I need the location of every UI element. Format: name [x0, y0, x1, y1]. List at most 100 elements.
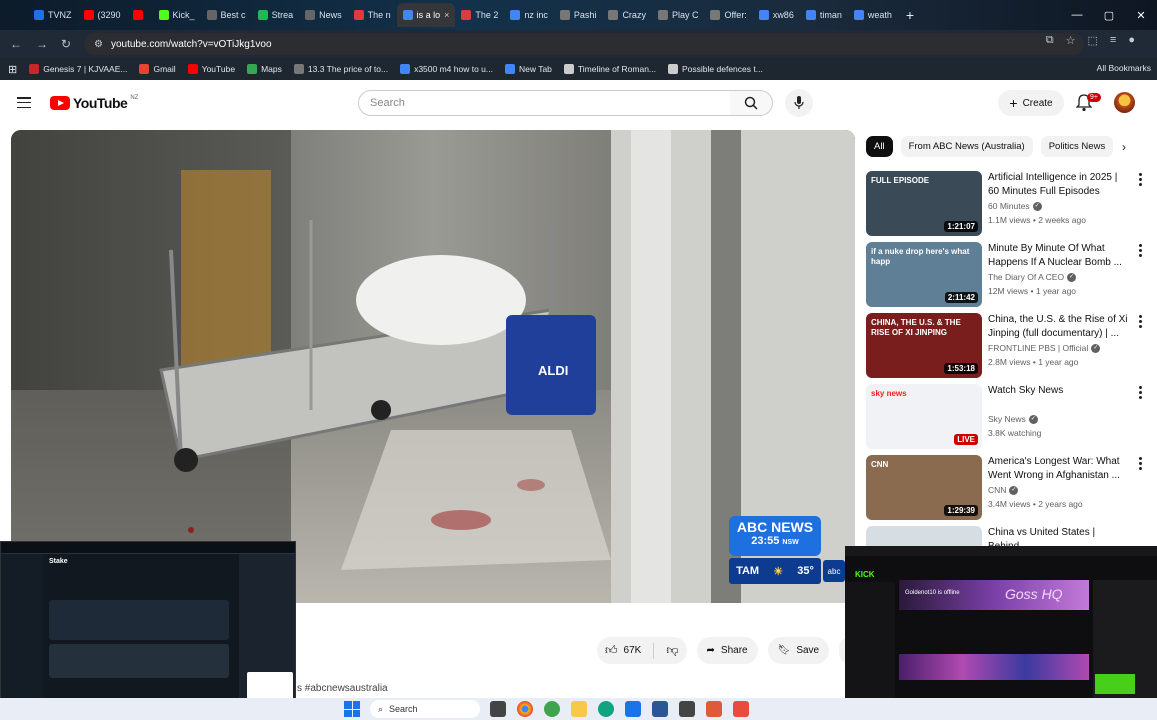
video-thumbnail[interactable]: CHINA, THE U.S. & THE RISE OF XI JINPING… [866, 313, 982, 378]
like-icon[interactable]: 👍︎ [605, 643, 618, 658]
task-view-icon[interactable] [490, 701, 506, 717]
app-icon-4[interactable] [706, 701, 722, 717]
share-button[interactable]: ➦ Share [696, 637, 758, 664]
browser-tab[interactable] [127, 3, 153, 27]
browser-tab[interactable]: is a lo × [396, 3, 456, 27]
filter-chip[interactable]: Politics News [1040, 136, 1114, 157]
bookmark-star-icon[interactable]: ☆ [1066, 34, 1076, 47]
url-bar[interactable]: ⚙ youtube.com/watch?v=vOTiJkg1voo [84, 33, 1084, 55]
channel-name[interactable]: The Diary Of A CEO ✓ [988, 272, 1077, 282]
channel-name[interactable]: CNN ✓ [988, 485, 1019, 495]
search-input[interactable]: Search [358, 90, 731, 116]
start-icon[interactable] [344, 701, 360, 717]
bookmark-item[interactable]: Gmail [139, 64, 176, 74]
browser-tab[interactable]: Pashi [554, 3, 603, 27]
chrome-icon[interactable] [517, 701, 533, 717]
hamburger-menu-icon[interactable] [17, 97, 31, 108]
channel-name[interactable]: Sky News ✓ [988, 414, 1038, 424]
overlay-window-casino[interactable]: Stake [0, 541, 296, 713]
minimize-icon[interactable]: — [1061, 9, 1093, 21]
video-title[interactable]: America's Longest War: What Went Wrong i… [988, 455, 1128, 482]
maximize-icon[interactable]: ▢ [1093, 9, 1125, 22]
video-title[interactable]: Artificial Intelligence in 2025 | 60 Min… [988, 171, 1128, 198]
browser-tab[interactable]: Strea [252, 3, 300, 27]
install-icon[interactable]: ⧉ [1046, 34, 1054, 47]
video-title[interactable]: Watch Sky News [988, 384, 1128, 398]
recommended-video[interactable]: sky news LIVE Watch Sky News Sky News ✓ 3.8K … [866, 384, 1151, 450]
search-button[interactable] [730, 90, 773, 116]
video-thumbnail[interactable]: CNN 1:29:39 [866, 455, 982, 520]
browser-tab[interactable]: Crazy [602, 3, 652, 27]
bookmark-item[interactable]: YouTube [187, 64, 235, 74]
browser-tab[interactable]: Best c [201, 3, 252, 27]
filter-chip[interactable]: All [866, 136, 893, 157]
save-button[interactable]: 🔖︎ Save [767, 637, 830, 664]
app-icon-2[interactable] [652, 701, 668, 717]
new-tab-button[interactable]: + [898, 7, 922, 23]
forward-icon[interactable]: → [30, 37, 54, 51]
browser-tab[interactable]: timan [800, 3, 848, 27]
youtube-logo[interactable]: YouTube NZ [50, 95, 138, 111]
bookmark-item[interactable]: x3500 m4 how to u... [400, 64, 493, 74]
app-icon-5[interactable] [733, 701, 749, 717]
browser-tab[interactable]: News [299, 3, 348, 27]
video-player[interactable]: ALDI ABC NEWS 23:55 NSW TAM ☀ 35° abc [11, 130, 855, 603]
browser-tab[interactable]: Kick_ [153, 3, 201, 27]
browser-tab[interactable]: weath [848, 3, 898, 27]
profile-icon[interactable]: ● [1128, 34, 1135, 47]
browser-tab[interactable]: xw86 [753, 3, 800, 27]
bookmark-item[interactable]: Maps [247, 64, 282, 74]
bookmark-item[interactable]: 13.3 The price of to... [293, 64, 388, 74]
taskbar-search[interactable]: ⌕ Search [370, 700, 480, 718]
tab-close-icon[interactable]: × [444, 10, 449, 20]
video-thumbnail[interactable]: sky news LIVE [866, 384, 982, 449]
recommended-video[interactable]: CHINA, THE U.S. & THE RISE OF XI JINPING… [866, 313, 1151, 379]
overlay-window-kick[interactable]: KICK Goss HQ Goldenot10 is offline [845, 546, 1157, 714]
more-vertical-icon[interactable] [1139, 173, 1143, 186]
channel-name[interactable]: FRONTLINE PBS | Official ✓ [988, 343, 1101, 353]
file-explorer-icon[interactable] [571, 701, 587, 717]
close-window-icon[interactable]: ✕ [1125, 9, 1157, 22]
recommended-video[interactable]: CNN 1:29:39 America's Longest War: What We… [866, 455, 1151, 521]
app-icon-1[interactable] [625, 701, 641, 717]
browser-tab[interactable]: nz inc [504, 3, 554, 27]
browser-tab[interactable]: Offer: [704, 3, 752, 27]
more-vertical-icon[interactable] [1139, 244, 1143, 257]
browser-tab[interactable]: Play C [652, 3, 705, 27]
extensions-icon[interactable]: ⬚ [1088, 34, 1098, 47]
video-thumbnail[interactable]: FULL EPISODE 1:21:07 [866, 171, 982, 236]
apps-grid-icon[interactable]: ⊞ [8, 63, 17, 76]
recommended-video[interactable]: if a nuke drop here's what happ 2:11:42 Mi… [866, 242, 1151, 308]
more-vertical-icon[interactable] [1139, 315, 1143, 328]
browser-tab[interactable]: (3290 [78, 3, 127, 27]
channel-name[interactable]: 60 Minutes ✓ [988, 201, 1042, 211]
browser-tab[interactable]: The 2 [455, 3, 504, 27]
voice-search-button[interactable] [785, 89, 813, 117]
account-avatar[interactable] [1114, 92, 1135, 113]
dislike-icon[interactable]: 👎︎ [666, 643, 678, 658]
app-icon-3[interactable] [679, 701, 695, 717]
filter-chip[interactable]: From ABC News (Australia) [900, 136, 1033, 157]
more-vertical-icon[interactable] [1139, 386, 1143, 399]
all-bookmarks-button[interactable]: All Bookmarks [1097, 63, 1151, 73]
more-vertical-icon[interactable] [1139, 457, 1143, 470]
video-title[interactable]: China, the U.S. & the Rise of Xi Jinping… [988, 313, 1128, 340]
bookmark-item[interactable]: New Tab [504, 64, 552, 74]
back-icon[interactable]: ← [4, 37, 28, 51]
create-button[interactable]: + Create [998, 90, 1064, 116]
video-title[interactable]: Minute By Minute Of What Happens If A Nu… [988, 242, 1128, 269]
bookmark-item[interactable]: Genesis 7 | KJVAAE... [29, 64, 127, 74]
video-thumbnail[interactable]: if a nuke drop here's what happ 2:11:42 [866, 242, 982, 307]
chrome-alt-icon[interactable] [544, 701, 560, 717]
like-count[interactable]: 67K [624, 645, 642, 656]
edge-icon[interactable] [598, 701, 614, 717]
reload-icon[interactable]: ↻ [54, 37, 78, 51]
site-info-icon[interactable]: ⚙ [94, 39, 103, 50]
bookmark-item[interactable]: Timeline of Roman... [563, 64, 656, 74]
browser-tab[interactable]: TVNZ [28, 3, 78, 27]
browser-tab[interactable]: The n [348, 3, 397, 27]
reading-list-icon[interactable]: ≡ [1110, 34, 1116, 47]
chevron-right-icon[interactable]: › [1122, 140, 1126, 154]
bookmark-item[interactable]: Possible defences t... [668, 64, 763, 74]
recommended-video[interactable]: FULL EPISODE 1:21:07 Artificial Intelligen… [866, 171, 1151, 237]
